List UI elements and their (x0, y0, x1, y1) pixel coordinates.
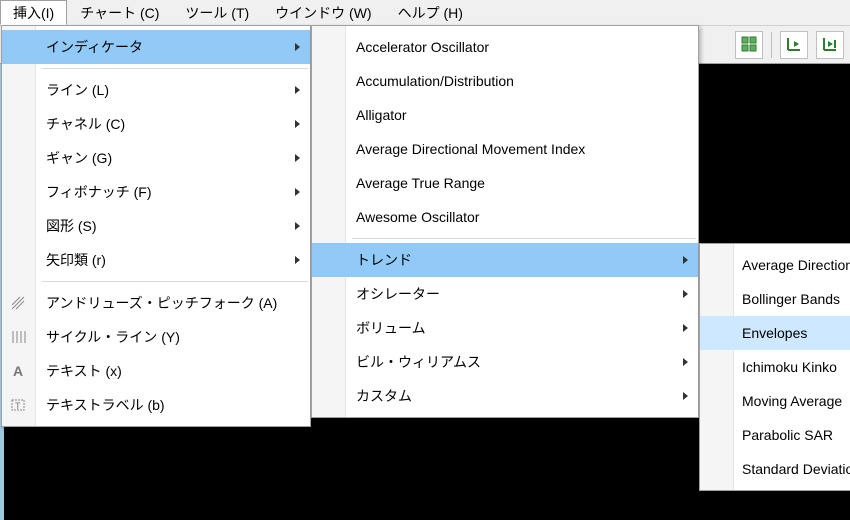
menu-label: ウインドウ (W) (275, 3, 371, 23)
menu-item-label: Average True Range (356, 175, 485, 191)
menu-label: ツール (T) (185, 3, 249, 23)
menu-item-ichimoku[interactable]: Ichimoku Kinko (700, 350, 850, 384)
text-label-icon: T (9, 396, 27, 414)
menu-item-label: フィボナッチ (F) (46, 182, 152, 202)
menu-item-custom[interactable]: カスタム (312, 379, 698, 413)
window-tile-button[interactable] (735, 31, 763, 59)
menu-item-bill-williams[interactable]: ビル・ウィリアムス (312, 345, 698, 379)
toolbar-separator (771, 32, 772, 58)
menu-item-arrows[interactable]: 矢印類 (r) (2, 243, 310, 277)
menu-item-awesome-oscillator[interactable]: Awesome Oscillator (312, 200, 698, 234)
submenu-arrow-icon (295, 43, 300, 51)
menu-item-indicators[interactable]: インディケータ (2, 30, 310, 64)
menu-label: チャート (C) (80, 3, 159, 23)
submenu-arrow-icon (295, 188, 300, 196)
menu-item-label: Accumulation/Distribution (356, 73, 514, 89)
pitchfork-icon (9, 294, 27, 312)
menu-item-oscillators[interactable]: オシレーター (312, 277, 698, 311)
menu-item-text[interactable]: A テキスト (x) (2, 354, 310, 388)
submenu-arrow-icon (683, 324, 688, 332)
menu-item-label: Parabolic SAR (742, 427, 833, 443)
menu-item-label: カスタム (356, 386, 412, 406)
submenu-arrow-icon (683, 256, 688, 264)
menu-item-volumes[interactable]: ボリューム (312, 311, 698, 345)
submenu-arrow-icon (295, 222, 300, 230)
chart-shift-icon (786, 36, 802, 55)
menu-item-label: 矢印類 (r) (46, 250, 106, 270)
menu-item-bollinger-bands[interactable]: Bollinger Bands (700, 282, 850, 316)
submenu-arrow-icon (295, 120, 300, 128)
window-tile-icon (741, 36, 757, 55)
svg-text:T: T (15, 401, 21, 411)
cycle-lines-icon (9, 328, 27, 346)
menu-item-label: インディケータ (46, 37, 143, 57)
menu-item-label: Ichimoku Kinko (742, 359, 837, 375)
menu-item-accelerator-oscillator[interactable]: Accelerator Oscillator (312, 30, 698, 64)
menu-separator (352, 238, 696, 239)
menu-item-text-label[interactable]: T テキストラベル (b) (2, 388, 310, 422)
menu-insert[interactable]: 挿入(I) (0, 0, 67, 25)
menu-item-trend[interactable]: トレンド (312, 243, 698, 277)
menu-item-label: ボリューム (356, 318, 426, 338)
menu-item-accumulation-distribution[interactable]: Accumulation/Distribution (312, 64, 698, 98)
menu-chart[interactable]: チャート (C) (67, 0, 172, 25)
menu-item-label: Bollinger Bands (742, 291, 840, 307)
menu-item-label: Awesome Oscillator (356, 209, 479, 225)
submenu-arrow-icon (683, 290, 688, 298)
menu-item-gann[interactable]: ギャン (G) (2, 141, 310, 175)
menu-item-label: Envelopes (742, 325, 807, 341)
submenu-arrow-icon (683, 392, 688, 400)
menu-item-atr[interactable]: Average True Range (312, 166, 698, 200)
menu-item-label: アンドリューズ・ピッチフォーク (A) (46, 293, 277, 313)
menu-item-label: テキストラベル (b) (46, 395, 165, 415)
menu-item-label: Moving Average (742, 393, 842, 409)
menu-label: 挿入(I) (13, 3, 54, 23)
menu-item-channels[interactable]: チャネル (C) (2, 107, 310, 141)
submenu-arrow-icon (295, 256, 300, 264)
menu-item-parabolic-sar[interactable]: Parabolic SAR (700, 418, 850, 452)
menu-item-label: Average Directional Movement Index (356, 141, 585, 157)
menu-item-envelopes[interactable]: Envelopes (700, 316, 850, 350)
text-icon: A (9, 362, 27, 380)
submenu-arrow-icon (295, 154, 300, 162)
menu-item-label: チャネル (C) (46, 114, 125, 134)
chart-shift-button[interactable] (780, 31, 808, 59)
menubar: 挿入(I) チャート (C) ツール (T) ウインドウ (W) ヘルプ (H) (0, 0, 850, 26)
menu-label: ヘルプ (H) (398, 3, 463, 23)
menu-tools[interactable]: ツール (T) (172, 0, 262, 25)
menu-item-label: テキスト (x) (46, 361, 122, 381)
menu-item-label: Average Directional (742, 257, 850, 273)
submenu-arrow-icon (295, 86, 300, 94)
menu-item-standard-deviation[interactable]: Standard Deviation (700, 452, 850, 486)
menu-item-label: サイクル・ライン (Y) (46, 327, 180, 347)
menu-separator (42, 281, 308, 282)
menu-item-label: Standard Deviation (742, 461, 850, 477)
insert-menu-dropdown: インディケータ ライン (L) チャネル (C) ギャン (G) フィボナッチ … (1, 25, 311, 427)
menu-item-label: ライン (L) (46, 80, 109, 100)
menu-item-label: ギャン (G) (46, 148, 112, 168)
chart-shift-end-button[interactable] (816, 31, 844, 59)
menu-item-lines[interactable]: ライン (L) (2, 73, 310, 107)
menu-item-adx[interactable]: Average Directional Movement Index (312, 132, 698, 166)
menu-help[interactable]: ヘルプ (H) (385, 0, 476, 25)
menu-item-andrews-pitchfork[interactable]: アンドリューズ・ピッチフォーク (A) (2, 286, 310, 320)
menu-separator (42, 68, 308, 69)
menu-item-label: オシレーター (356, 284, 440, 304)
menu-item-label: 図形 (S) (46, 216, 97, 236)
menu-item-label: ビル・ウィリアムス (356, 352, 481, 372)
menu-item-cycle-lines[interactable]: サイクル・ライン (Y) (2, 320, 310, 354)
chart-shift-end-icon (822, 36, 838, 55)
menu-item-moving-average[interactable]: Moving Average (700, 384, 850, 418)
menu-item-fibonacci[interactable]: フィボナッチ (F) (2, 175, 310, 209)
menu-item-alligator[interactable]: Alligator (312, 98, 698, 132)
menu-item-label: トレンド (356, 250, 412, 270)
menu-item-average-directional[interactable]: Average Directional (700, 248, 850, 282)
submenu-arrow-icon (683, 358, 688, 366)
menu-item-label: Alligator (356, 107, 407, 123)
indicators-submenu: Accelerator Oscillator Accumulation/Dist… (311, 25, 699, 418)
menu-window[interactable]: ウインドウ (W) (262, 0, 384, 25)
menu-item-shapes[interactable]: 図形 (S) (2, 209, 310, 243)
trend-submenu: Average Directional Bollinger Bands Enve… (699, 243, 850, 491)
menu-item-label: Accelerator Oscillator (356, 39, 489, 55)
